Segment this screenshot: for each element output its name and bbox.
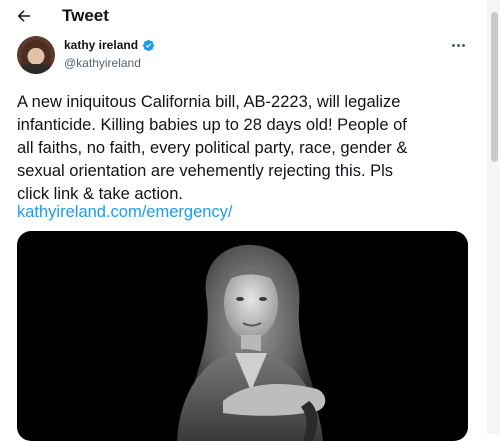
page-header: Tweet	[0, 0, 487, 32]
avatar-shoulders	[17, 64, 55, 74]
page-title: Tweet	[62, 6, 109, 25]
tweet-text: A new iniquitous California bill, AB-222…	[17, 91, 479, 206]
avatar[interactable]	[17, 36, 55, 74]
author-name-row[interactable]: kathy ireland	[64, 38, 155, 52]
more-horizontal-icon-dot	[461, 43, 465, 47]
arrow-left-icon	[17, 10, 30, 22]
more-options-button[interactable]	[447, 38, 469, 52]
portrait-illustration	[177, 244, 326, 441]
back-button[interactable]	[12, 4, 36, 28]
more-horizontal-icon-dot	[456, 43, 460, 47]
scrollbar-thumb[interactable]	[491, 12, 498, 162]
tweet-text-line: all faiths, no faith, every political pa…	[17, 139, 408, 157]
tweet-link[interactable]: kathyireland.com/emergency/	[17, 201, 233, 224]
more-horizontal-icon-dot	[451, 43, 455, 47]
author-handle[interactable]: @kathyireland	[64, 56, 141, 70]
tweet-text-line: A new iniquitous California bill, AB-222…	[17, 93, 401, 111]
scrollbar[interactable]	[489, 0, 500, 434]
tweet-text-line: infanticide. Killing babies up to 28 day…	[17, 116, 407, 134]
author-name[interactable]: kathy ireland	[64, 38, 138, 52]
verified-badge-icon	[142, 39, 155, 51]
tweet-text-line: sexual orientation are vehemently reject…	[17, 162, 394, 180]
tweet-media-photo[interactable]	[17, 231, 468, 441]
